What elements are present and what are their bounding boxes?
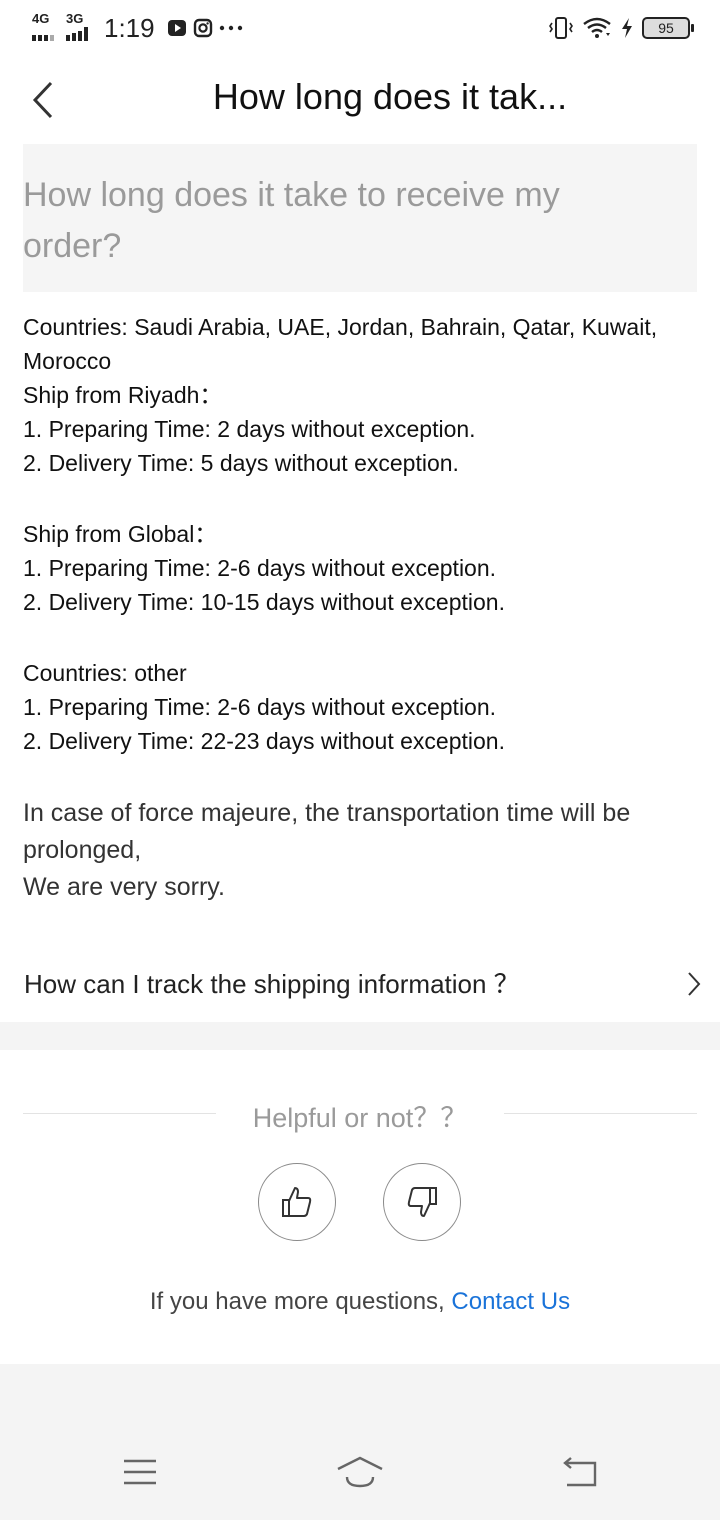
question-title: How long does it take to receive my orde… [23,176,560,265]
back-nav-button[interactable] [550,1452,610,1492]
thumbs-down-icon [407,1187,437,1217]
thumbs-down-button[interactable] [383,1163,461,1241]
answer-line: 1. Preparing Time: 2 days without except… [23,416,476,442]
answer-line: 1. Preparing Time: 2-6 days without exce… [23,555,497,581]
answer-spacer [23,619,693,656]
more-notifications-icon [219,24,243,32]
contact-prefix: If you have more questions, [149,1288,452,1315]
related-question-link[interactable]: How can I track the shipping information… [0,950,720,1018]
contact-row: If you have more questions, Contact Us [0,1288,720,1316]
related-question-label: How can I track the shipping information… [24,969,520,999]
app-header: How long does it tak... [0,62,720,138]
answer-line: Countries: other [23,660,187,686]
battery-level: 95 [658,20,674,36]
answer-line: 2. Delivery Time: 22-23 days without exc… [23,728,505,754]
home-icon [337,1456,383,1488]
answer-body: Countries: Saudi Arabia, UAE, Jordan, Ba… [23,310,693,906]
battery-icon: 95 [642,17,694,39]
thumbs-up-button[interactable] [258,1163,336,1241]
status-left: 4G 3G 1:19 [30,10,243,46]
chevron-right-icon [686,970,702,1003]
system-nav-bar [0,1364,720,1520]
answer-line: Countries: Saudi Arabia, UAE, Jordan, Ba… [23,314,658,374]
video-notification-icon [167,18,187,38]
home-button[interactable] [330,1452,390,1492]
signal-4g-icon: 4G [30,11,58,43]
menu-icon [124,1459,156,1485]
answer-line: 2. Delivery Time: 10-15 days without exc… [23,589,505,615]
network-4g-label: 4G [32,11,50,26]
answer-note: We are very sorry. [23,873,225,901]
chevron-left-icon [32,81,53,119]
network-3g-label: 3G [66,11,84,26]
feedback-title: Helpful or not？？ [252,1103,468,1133]
answer-line: Ship from Riyadh： [23,382,223,408]
thumbs-up-icon [282,1187,312,1217]
back-arrow-icon [563,1457,597,1487]
charging-icon [620,17,634,39]
contact-us-link[interactable]: Contact Us [451,1288,570,1315]
section-divider [0,1022,720,1050]
feedback-section: Helpful or not？？ If you have more questi… [0,1050,720,1364]
back-button[interactable] [18,72,70,128]
answer-spacer [23,758,693,795]
answer-spacer [23,480,693,517]
answer-line: 2. Delivery Time: 5 days without excepti… [23,450,459,476]
wifi-icon [582,16,612,40]
status-bar: 4G 3G 1:19 95 [0,0,720,56]
signal-3g-icon: 3G [64,11,92,43]
question-box: How long does it take to receive my orde… [23,144,697,292]
status-right: 95 [548,12,694,44]
page-title: How long does it tak... [212,76,568,117]
answer-line: 1. Preparing Time: 2-6 days without exce… [23,694,497,720]
answer-line: Ship from Global： [23,521,218,547]
instagram-notification-icon [193,18,213,38]
menu-button[interactable] [110,1452,170,1492]
vibrate-icon [548,15,574,41]
clock: 1:19 [104,12,155,43]
answer-note: In case of force majeure, the transporta… [23,799,631,864]
